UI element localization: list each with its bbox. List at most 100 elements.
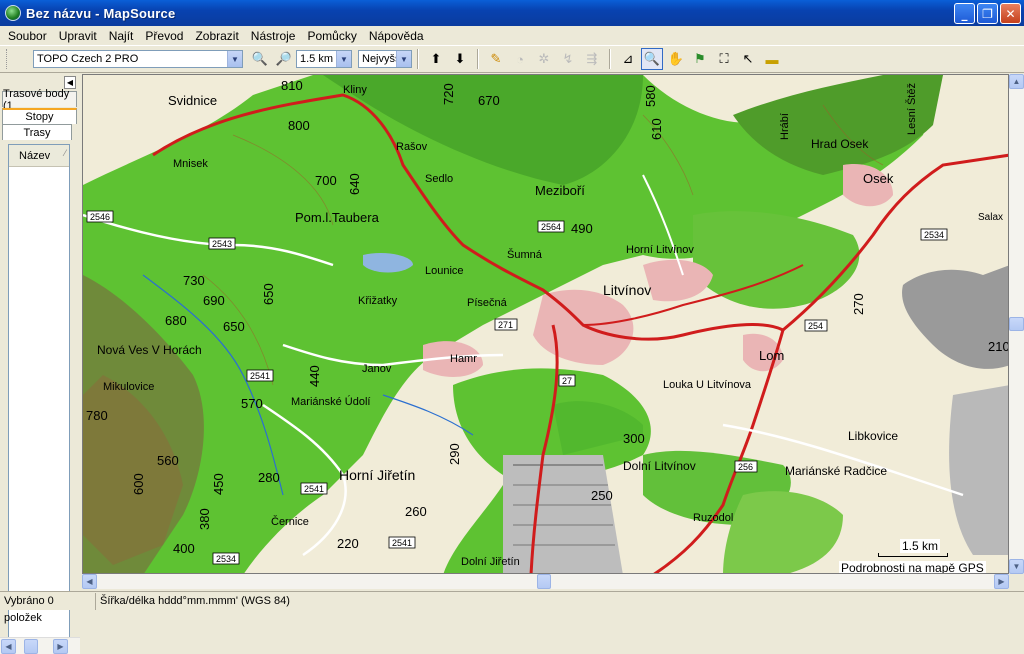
gps-detail-label: Podrobnosti na mapě GPS [839,561,986,574]
selection-tool-icon[interactable]: ⊿ [617,48,639,70]
zoom-out-icon[interactable]: 🔎 [273,48,295,70]
list-horizontal-scrollbar[interactable]: ◀ ▶ [0,637,80,654]
track-tool-disabled-icon[interactable]: ⇶ [581,48,603,70]
place-label: Nová Ves V Horách [97,343,202,357]
close-button[interactable]: ✕ [1000,3,1021,24]
place-label: Písečná [467,297,508,309]
place-label: Janov [362,363,392,375]
send-to-device-icon[interactable]: ⬆ [425,48,447,70]
elevation-label: 210 [988,339,1009,354]
place-label: Mikulovice [103,381,154,393]
scroll-left-icon[interactable]: ◀ [82,574,97,589]
waypoint-flag-icon[interactable]: ⚑ [689,48,711,70]
topo-map[interactable]: Svidnice Kliny Rašov Sedlo Mnisek Pom.l.… [83,75,1009,574]
route-tool-icon[interactable]: ⛶ [713,48,735,70]
toolbar: TOPO Czech 2 PRO ▼ 🔍 🔎 1.5 km ▼ Nejvyšší… [0,45,1024,73]
column-header-name[interactable]: Název ⁄ [9,145,69,167]
place-label: Mariánské Radčice [785,464,887,478]
minimize-button[interactable]: _ [954,3,975,24]
mapsource-globe-icon [5,5,21,21]
pan-hand-icon[interactable]: ✋ [665,48,687,70]
menu-napoveda[interactable]: Nápověda [363,27,430,45]
tab-waypoints[interactable]: Trasové body (1 [2,88,77,112]
map-vertical-scrollbar[interactable]: ▲ ▼ [1009,74,1024,574]
road-number-label: 2541 [250,371,270,381]
elevation-label: 720 [441,83,456,105]
scroll-thumb[interactable] [24,639,38,654]
map-product-select[interactable]: TOPO Czech 2 PRO ▼ [33,50,243,68]
elevation-label: 400 [173,541,195,556]
left-panel: ◀ Trasové body (1 Stopy Trasy Název ⁄ ◀ … [0,74,80,654]
erase-map-icon[interactable]: ◔ [509,48,531,70]
zoom-level-select[interactable]: 1.5 km ▼ [296,50,352,68]
toolbar-grip[interactable] [6,49,9,69]
map-product-value: TOPO Czech 2 PRO [37,53,139,65]
road-number-label: 2534 [924,230,944,240]
zoom-in-icon[interactable]: 🔍 [249,48,271,70]
place-label: Hrábí [779,113,791,140]
map-tool-disabled-icon[interactable]: ✲ [533,48,555,70]
window-controls: _ ❐ ✕ [954,3,1021,24]
map-view[interactable]: Svidnice Kliny Rašov Sedlo Mnisek Pom.l.… [82,74,1009,574]
road-number-label: 254 [808,321,823,331]
chevron-down-icon: ▼ [336,51,351,67]
place-label: Louka U Litvínova [663,379,752,391]
route-tool-disabled-icon[interactable]: ↯ [557,48,579,70]
measure-ruler-icon[interactable]: ▬ [761,48,783,70]
place-label: Šumná [507,248,543,261]
elevation-label: 680 [165,313,187,328]
detail-level-select[interactable]: Nejvyšší ▼ [358,50,412,68]
receive-from-device-icon[interactable]: ⬇ [449,48,471,70]
scroll-right-icon[interactable]: ▶ [994,574,1009,589]
maximize-button[interactable]: ❐ [977,3,998,24]
road-number-label: 2541 [392,538,412,548]
elevation-label: 640 [347,173,362,195]
zoom-tool-icon[interactable]: 🔍 [641,48,663,70]
scroll-down-icon[interactable]: ▼ [1009,559,1024,574]
coordinate-format-status: Šířka/délka hddd°mm.mmm' (WGS 84) [100,594,290,607]
place-label: Salax [978,212,1003,223]
road-number-label: 271 [498,320,513,330]
menu-upravit[interactable]: Upravit [53,27,103,45]
map-scale-bar: 1.5 km [878,539,998,559]
menu-zobrazit[interactable]: Zobrazit [189,27,244,45]
menu-najit[interactable]: Najít [103,27,140,45]
elevation-label: 810 [281,78,303,93]
pointer-icon[interactable]: ↖ [737,48,759,70]
column-header-label: Název [19,149,51,162]
scroll-right-icon[interactable]: ▶ [53,639,68,654]
menu-soubor[interactable]: Soubor [2,27,53,45]
elevation-label: 610 [649,118,664,140]
map-select-icon[interactable]: ✎ [485,48,507,70]
scroll-left-icon[interactable]: ◀ [1,639,16,654]
status-bar: Vybráno 0 položek Šířka/délka hddd°mm.mm… [0,591,1024,624]
place-label: Křižatky [358,295,398,307]
scroll-up-icon[interactable]: ▲ [1009,74,1024,89]
menu-pomucky[interactable]: Pomůcky [301,27,362,45]
elevation-label: 560 [157,453,179,468]
menu-nastroje[interactable]: Nástroje [245,27,302,45]
place-label: Lom [759,348,784,363]
toolbar-separator [417,49,419,69]
place-label: Ruzodol [693,512,733,524]
place-label: Lesní Štěž [905,83,918,135]
scroll-thumb[interactable] [537,574,551,589]
map-horizontal-scrollbar[interactable]: ◀ ▶ [82,574,1009,589]
elevation-label: 450 [211,473,226,495]
elevation-label: 580 [643,85,658,107]
tab-routes[interactable]: Trasy [2,124,72,140]
elevation-label: 650 [223,319,245,334]
selection-status: Vybráno 0 položek [0,592,96,624]
scale-bar-label: 1.5 km [900,539,941,553]
elevation-label: 570 [241,396,263,411]
place-label: Hamr [450,353,477,365]
elevation-label: 280 [258,470,280,485]
routes-list[interactable]: Název ⁄ [8,144,70,640]
column-resize-icon: ⁄ [64,148,66,158]
place-label: Meziboří [535,183,585,198]
scroll-thumb[interactable] [1009,317,1024,331]
menu-prevod[interactable]: Převod [139,27,189,45]
tab-tracks[interactable]: Stopy [2,108,77,124]
place-label: Mnisek [173,158,208,170]
place-label: Libkovice [848,429,898,443]
